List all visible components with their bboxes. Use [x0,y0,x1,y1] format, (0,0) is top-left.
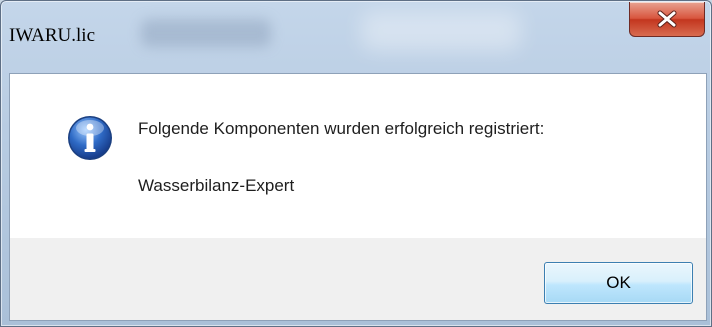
dialog-window: IWARU.lic Folgende Komponenten wurden er… [0,0,712,327]
close-button[interactable] [629,2,705,37]
message-panel: Folgende Komponenten wurden erfolgreich … [10,74,706,238]
ok-button[interactable]: OK [544,262,693,304]
info-icon [68,116,112,160]
dialog-client-area: Folgende Komponenten wurden erfolgreich … [9,73,707,321]
component-name: Wasserbilanz-Expert [138,176,295,195]
message-text: Folgende Komponenten wurden erfolgreich … [138,119,545,138]
window-title: IWARU.lic [9,25,96,46]
close-icon [657,10,677,28]
